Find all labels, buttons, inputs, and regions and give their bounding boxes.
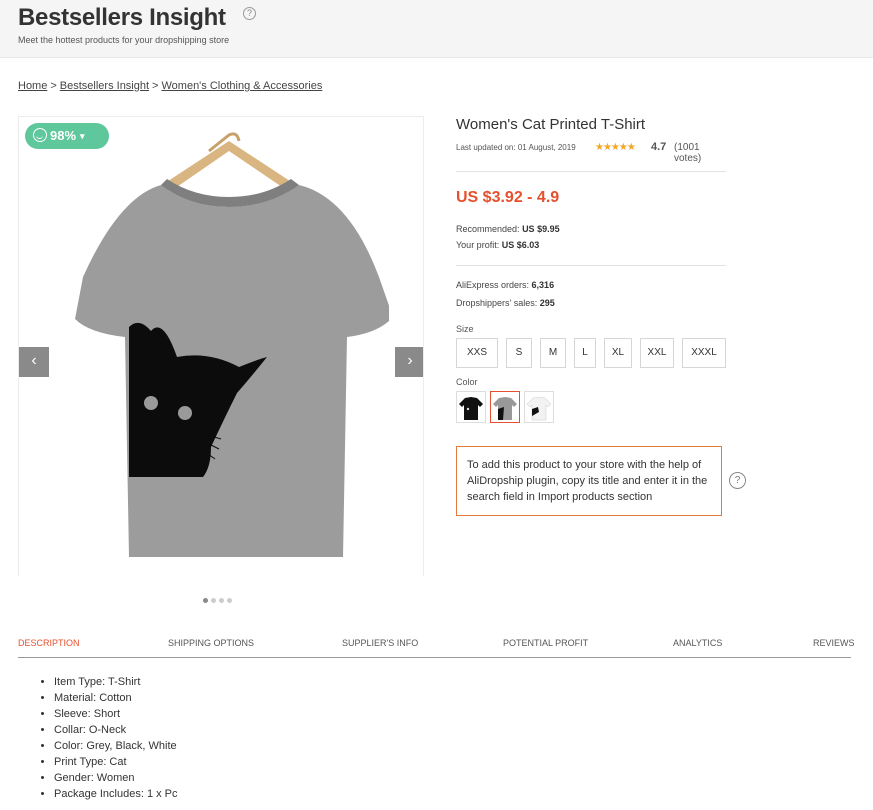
color-swatch-black[interactable] <box>456 391 486 423</box>
slide-dot[interactable] <box>227 598 232 603</box>
description-list: Item Type: T-Shirt Material: Cotton Slee… <box>40 674 178 802</box>
recommended-label: Recommended: <box>456 224 520 234</box>
profit-label: Your profit: <box>456 240 500 250</box>
orders-value: 6,316 <box>531 280 555 290</box>
size-option-xxs[interactable]: XXS <box>456 338 498 368</box>
color-swatch-grey[interactable] <box>490 391 520 423</box>
rating-value: 4.7 <box>651 141 667 153</box>
slide-dot[interactable] <box>211 598 216 603</box>
breadcrumb-bestsellers[interactable]: Bestsellers Insight <box>60 80 149 92</box>
sales-value: 295 <box>539 298 555 308</box>
list-item: Collar: O-Neck <box>54 722 178 738</box>
page-header: Bestsellers Insight ? Meet the hottest p… <box>0 0 873 58</box>
breadcrumb-category[interactable]: Women's Clothing & Accessories <box>161 80 322 92</box>
last-updated: Last updated on: 01 August, 2019 <box>456 143 576 152</box>
breadcrumb: Home > Bestsellers Insight > Women's Clothin… <box>18 80 322 92</box>
profit-value: US $6.03 <box>501 240 540 250</box>
size-option-xxl[interactable]: XXL <box>640 338 674 368</box>
size-options: XXS S M L XL XXL XXXL <box>456 338 734 368</box>
size-option-xl[interactable]: XL <box>604 338 632 368</box>
tab-potential-profit[interactable]: POTENTIAL PROFIT <box>503 638 588 648</box>
tab-description[interactable]: DESCRIPTION <box>18 638 80 648</box>
color-swatch-white[interactable] <box>524 391 554 423</box>
page-title: Bestsellers Insight <box>18 4 226 31</box>
slide-dot[interactable] <box>203 598 208 603</box>
size-option-l[interactable]: L <box>574 338 596 368</box>
slide-indicator <box>203 590 235 608</box>
product-gallery: 98% ▾ ‹ › <box>18 116 424 576</box>
size-option-xxxl[interactable]: XXXL <box>682 338 726 368</box>
breadcrumb-separator: > <box>152 80 159 92</box>
list-item: Gender: Women <box>54 770 178 786</box>
dropshippers-sales: Dropshippers' sales: 295 <box>456 298 555 308</box>
slide-dot[interactable] <box>219 598 224 603</box>
aliexpress-orders: AliExpress orders: 6,316 <box>456 280 554 290</box>
product-title: Women's Cat Printed T-Shirt <box>456 116 646 133</box>
import-notice: To add this product to your store with t… <box>456 446 722 516</box>
help-icon[interactable]: ? <box>729 472 746 489</box>
page-subtitle: Meet the hottest products for your drops… <box>18 35 230 45</box>
list-item: Package Includes: 1 x Pc <box>54 786 178 802</box>
product-tabs: DESCRIPTION SHIPPING OPTIONS SUPPLIER'S … <box>18 636 855 658</box>
list-item: Color: Grey, Black, White <box>54 738 178 754</box>
product-meta: Last updated on: 01 August, 2019 ★★★★★ 4… <box>456 141 726 164</box>
breadcrumb-home[interactable]: Home <box>18 80 47 92</box>
tab-suppliers-info[interactable]: SUPPLIER'S INFO <box>342 638 418 648</box>
color-options <box>456 391 558 423</box>
your-profit: Your profit: US $6.03 <box>456 240 539 250</box>
divider <box>456 265 726 266</box>
list-item: Material: Cotton <box>54 690 178 706</box>
prev-image-button[interactable]: ‹ <box>19 347 49 377</box>
smile-icon <box>33 128 47 142</box>
list-item: Sleeve: Short <box>54 706 178 722</box>
recommended-price: Recommended: US $9.95 <box>456 224 560 234</box>
chevron-down-icon: ▾ <box>80 131 85 141</box>
price-range: US $3.92 - 4.9 <box>456 189 560 206</box>
match-score-badge[interactable]: 98% ▾ <box>25 123 109 149</box>
divider <box>456 171 726 172</box>
orders-label: AliExpress orders: <box>456 280 530 290</box>
size-option-m[interactable]: M <box>540 338 566 368</box>
rating-stars-icon: ★★★★★ <box>595 142 636 153</box>
sales-label: Dropshippers' sales: <box>456 298 538 308</box>
list-item: Item Type: T-Shirt <box>54 674 178 690</box>
breadcrumb-separator: > <box>50 80 57 92</box>
size-label: Size <box>456 324 474 334</box>
size-option-s[interactable]: S <box>506 338 532 368</box>
product-info: Women's Cat Printed T-Shirt Last updated… <box>456 116 726 423</box>
color-label: Color <box>456 377 478 387</box>
match-score-value: 98% <box>50 128 77 143</box>
vote-count: (1001 votes) <box>674 142 702 164</box>
product-image <box>75 132 389 557</box>
list-item: Print Type: Cat <box>54 754 178 770</box>
recommended-value: US $9.95 <box>522 224 560 234</box>
tab-shipping-options[interactable]: SHIPPING OPTIONS <box>168 638 254 648</box>
next-image-button[interactable]: › <box>395 347 423 377</box>
help-icon[interactable]: ? <box>243 7 256 20</box>
tab-analytics[interactable]: ANALYTICS <box>673 638 722 648</box>
tab-reviews[interactable]: REVIEWS <box>813 638 855 648</box>
